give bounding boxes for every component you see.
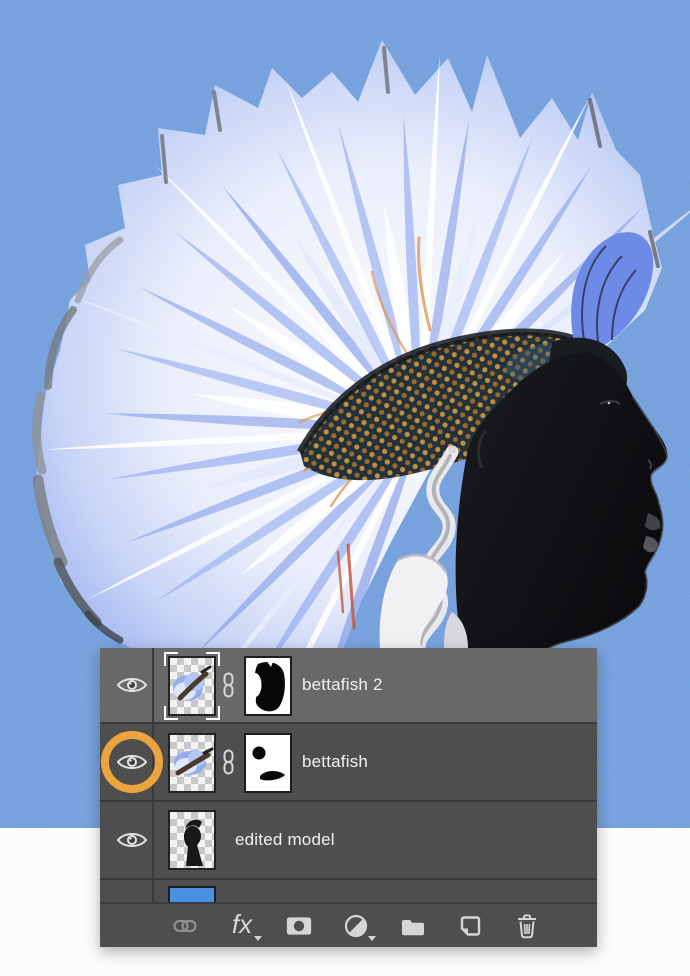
betta-thumbnail-art: [174, 747, 214, 776]
link-layers-button[interactable]: [172, 911, 198, 941]
visibility-cell: [100, 648, 154, 722]
betta-thumbnail-art: [173, 665, 212, 701]
screenshot-stage: bettafish 2 bettafish edited model fx: [0, 0, 690, 976]
background-layer-thumbnail[interactable]: [168, 886, 216, 902]
eye-icon[interactable]: [116, 674, 148, 696]
layer-row-bettafish[interactable]: bettafish: [100, 724, 597, 802]
layer-thumbnail[interactable]: [168, 733, 216, 793]
layer-name[interactable]: bettafish: [302, 752, 368, 772]
new-group-button[interactable]: [400, 911, 426, 941]
layer-name[interactable]: edited model: [235, 830, 335, 850]
new-layer-button[interactable]: [457, 911, 483, 941]
visibility-cell: [100, 802, 154, 878]
eye-icon[interactable]: [116, 751, 148, 773]
layers-panel: bettafish 2 bettafish edited model fx: [100, 648, 597, 947]
layer-mask-icon: [286, 916, 312, 935]
mask-art: [248, 659, 285, 712]
visibility-cell: [100, 880, 154, 902]
fx-icon: fx: [231, 908, 253, 939]
chevron-down-icon: [254, 935, 262, 941]
layer-row-bettafish-2[interactable]: bettafish 2: [100, 648, 597, 724]
delete-layer-button[interactable]: [514, 911, 540, 941]
layers-panel-toolbar: fx: [100, 902, 597, 947]
link-mask-icon[interactable]: [222, 749, 235, 775]
mask-art: [252, 746, 285, 781]
new-layer-icon: [460, 915, 481, 936]
layer-style-button[interactable]: fx: [229, 908, 262, 941]
model-thumbnail-art: [184, 819, 203, 866]
layer-mask-thumbnail[interactable]: [244, 733, 292, 793]
layer-row-partial[interactable]: [100, 880, 597, 902]
layer-name[interactable]: bettafish 2: [302, 675, 383, 695]
add-adjustment-layer-button[interactable]: [343, 911, 376, 941]
link-mask-icon[interactable]: [222, 672, 235, 698]
add-layer-mask-button[interactable]: [286, 911, 312, 941]
adjustment-layer-icon: [344, 914, 368, 937]
layer-thumbnail[interactable]: [164, 652, 220, 720]
chevron-down-icon: [368, 935, 376, 941]
layer-thumbnail[interactable]: [168, 810, 216, 870]
layer-row-edited-model[interactable]: edited model: [100, 802, 597, 880]
eye-icon[interactable]: [116, 829, 148, 851]
visibility-cell: [100, 724, 154, 800]
layer-mask-thumbnail[interactable]: [244, 656, 292, 716]
link-icon: [173, 919, 197, 932]
trash-icon: [518, 913, 536, 938]
folder-icon: [402, 919, 424, 935]
